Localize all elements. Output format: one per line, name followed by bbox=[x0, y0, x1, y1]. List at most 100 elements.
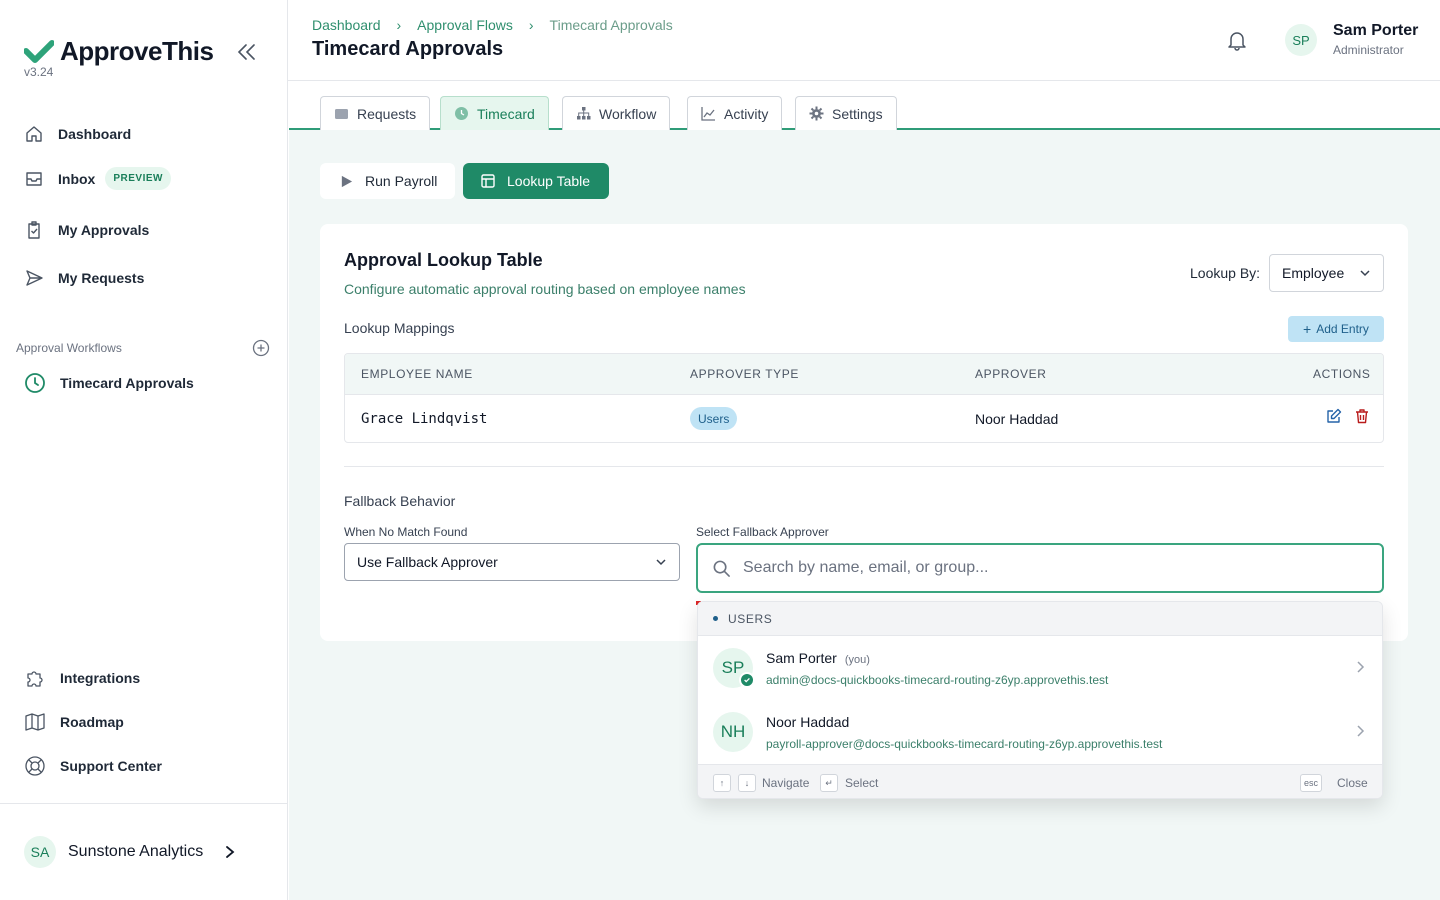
sidebar-item-support-center[interactable]: Support Center bbox=[24, 755, 162, 777]
sidebar-item-label: Integrations bbox=[60, 670, 141, 686]
page-title: Timecard Approvals bbox=[312, 38, 504, 60]
play-icon bbox=[341, 175, 353, 187]
send-icon bbox=[26, 270, 43, 286]
sidebar-item-label: My Approvals bbox=[58, 222, 150, 238]
select-hint: Select bbox=[845, 776, 879, 790]
home-icon bbox=[26, 126, 42, 142]
dropdown-footer: ↑ ↓ Navigate ↵ Select esc Close bbox=[698, 764, 1382, 798]
sidebar-item-roadmap[interactable]: Roadmap bbox=[24, 711, 124, 733]
you-label: (you) bbox=[844, 654, 870, 666]
edit-icon[interactable] bbox=[1326, 408, 1342, 424]
option-email: payroll-approver@docs-quickbooks-timecar… bbox=[766, 737, 1163, 751]
tab-activity[interactable]: Activity bbox=[687, 96, 783, 130]
fallback-approver-label: Select Fallback Approver bbox=[696, 525, 829, 539]
chevron-down-icon bbox=[1360, 270, 1370, 277]
tab-timecard[interactable]: Timecard bbox=[440, 96, 549, 130]
gear-icon bbox=[809, 106, 824, 121]
chevron-down-icon bbox=[656, 559, 666, 566]
sidebar-item-label: Support Center bbox=[60, 758, 162, 774]
org-avatar: SA bbox=[24, 836, 56, 868]
avatar: NH bbox=[713, 712, 753, 752]
sidebar-item-inbox[interactable]: Inbox PREVIEW bbox=[24, 167, 171, 190]
preview-badge: PREVIEW bbox=[105, 167, 171, 190]
no-match-select[interactable]: Use Fallback Approver bbox=[344, 543, 680, 581]
column-header: APPROVER TYPE bbox=[690, 367, 799, 381]
clock-icon bbox=[455, 107, 468, 120]
add-entry-button[interactable]: + Add Entry bbox=[1288, 316, 1384, 342]
sidebar-item-my-approvals[interactable]: My Approvals bbox=[24, 220, 149, 240]
tab-workflow[interactable]: Workflow bbox=[562, 96, 671, 130]
tab-label: Timecard bbox=[477, 105, 535, 122]
sidebar-item-timecard-approvals[interactable]: Timecard Approvals bbox=[24, 372, 194, 394]
dropdown-option[interactable]: SP Sam Porter (you) admin@docs-quickbooks… bbox=[698, 636, 1382, 700]
table-header: EMPLOYEE NAME APPROVER TYPE APPROVER ACT… bbox=[345, 354, 1383, 395]
org-switcher[interactable]: SA Sunstone Analytics bbox=[24, 836, 237, 868]
approver-dropdown: USERS SP Sam Porter (you) admin@docs-quic… bbox=[697, 601, 1383, 799]
logo[interactable]: ApproveThis bbox=[24, 36, 214, 67]
top-header: Dashboard › Approval Flows › Timecard Ap… bbox=[288, 0, 1440, 81]
sidebar-item-label: Inbox bbox=[58, 170, 96, 187]
tab-requests[interactable]: Requests bbox=[320, 96, 431, 130]
card-subtitle: Configure automatic approval routing bas… bbox=[344, 281, 746, 297]
sidebar-item-my-requests[interactable]: My Requests bbox=[24, 268, 144, 288]
breadcrumb-item[interactable]: Dashboard bbox=[312, 17, 381, 33]
add-workflow-icon[interactable] bbox=[252, 339, 270, 357]
table-icon bbox=[481, 174, 495, 188]
clipboard-check-icon bbox=[28, 221, 40, 239]
avatar[interactable]: SP bbox=[1285, 24, 1317, 56]
trash-icon[interactable] bbox=[1354, 408, 1370, 424]
tray-icon bbox=[335, 109, 348, 119]
tab-label: Activity bbox=[724, 105, 769, 122]
breadcrumb-item[interactable]: Approval Flows bbox=[417, 17, 513, 33]
tab-label: Settings bbox=[832, 105, 883, 122]
option-name: Noor Haddad bbox=[766, 714, 850, 730]
tab-label: Workflow bbox=[599, 105, 657, 122]
card-title: Approval Lookup Table bbox=[344, 250, 543, 270]
chevron-right-icon: › bbox=[396, 17, 402, 33]
column-header: APPROVER bbox=[975, 367, 1047, 381]
lifebuoy-icon bbox=[25, 756, 45, 776]
bell-icon[interactable] bbox=[1226, 29, 1248, 51]
sidebar-item-integrations[interactable]: Integrations bbox=[24, 667, 140, 689]
add-entry-label: Add Entry bbox=[1316, 322, 1369, 336]
lookup-by-select[interactable]: Employee bbox=[1269, 254, 1384, 292]
breadcrumb: Dashboard › Approval Flows › Timecard Ap… bbox=[312, 17, 673, 33]
column-header: ACTIONS bbox=[1313, 367, 1371, 381]
inbox-icon bbox=[26, 171, 42, 186]
navigate-hint: Navigate bbox=[762, 776, 810, 790]
close-hint[interactable]: Close bbox=[1337, 776, 1368, 790]
sidebar-item-label: Dashboard bbox=[58, 126, 132, 142]
dropdown-section-header: USERS bbox=[698, 602, 1382, 636]
logo-check-icon bbox=[24, 39, 54, 63]
line-chart-icon bbox=[701, 107, 715, 121]
section-label: USERS bbox=[728, 611, 773, 626]
sidebar-divider bbox=[0, 803, 288, 804]
tab-bar: Requests Timecard Workflow Activity Sett… bbox=[289, 81, 1440, 130]
lookup-by-value: Employee bbox=[1282, 265, 1345, 281]
option-email: admin@docs-quickbooks-timecard-routing-z… bbox=[766, 673, 1109, 687]
run-payroll-button[interactable]: Run Payroll bbox=[320, 163, 455, 199]
app-version: v3.24 bbox=[24, 65, 54, 79]
puzzle-icon bbox=[27, 671, 43, 687]
column-header: EMPLOYEE NAME bbox=[361, 367, 473, 381]
map-icon bbox=[25, 713, 45, 731]
down-key-hint: ↓ bbox=[738, 774, 756, 792]
divider bbox=[344, 466, 1384, 467]
chevron-right-icon bbox=[1357, 661, 1365, 673]
lookup-table-button[interactable]: Lookup Table bbox=[463, 163, 609, 199]
chevron-right-icon: › bbox=[528, 17, 534, 33]
tab-label: Requests bbox=[357, 105, 417, 122]
collapse-sidebar-icon[interactable] bbox=[236, 42, 258, 62]
dropdown-option[interactable]: NH Noor Haddad payroll-approver@docs-qui… bbox=[698, 700, 1382, 764]
tab-settings[interactable]: Settings bbox=[795, 96, 897, 130]
clock-icon bbox=[25, 373, 45, 393]
sidebar: ApproveThis v3.24 Dashboard Inbox PREVIE… bbox=[0, 0, 288, 900]
check-icon bbox=[739, 672, 755, 688]
search-input[interactable] bbox=[743, 559, 1343, 577]
esc-key-hint: esc bbox=[1300, 774, 1323, 792]
no-match-value: Use Fallback Approver bbox=[357, 554, 498, 570]
no-match-label: When No Match Found bbox=[344, 525, 468, 539]
fallback-title: Fallback Behavior bbox=[344, 493, 456, 509]
approver-cell: Noor Haddad bbox=[975, 411, 1059, 427]
sidebar-item-dashboard[interactable]: Dashboard bbox=[24, 124, 131, 144]
